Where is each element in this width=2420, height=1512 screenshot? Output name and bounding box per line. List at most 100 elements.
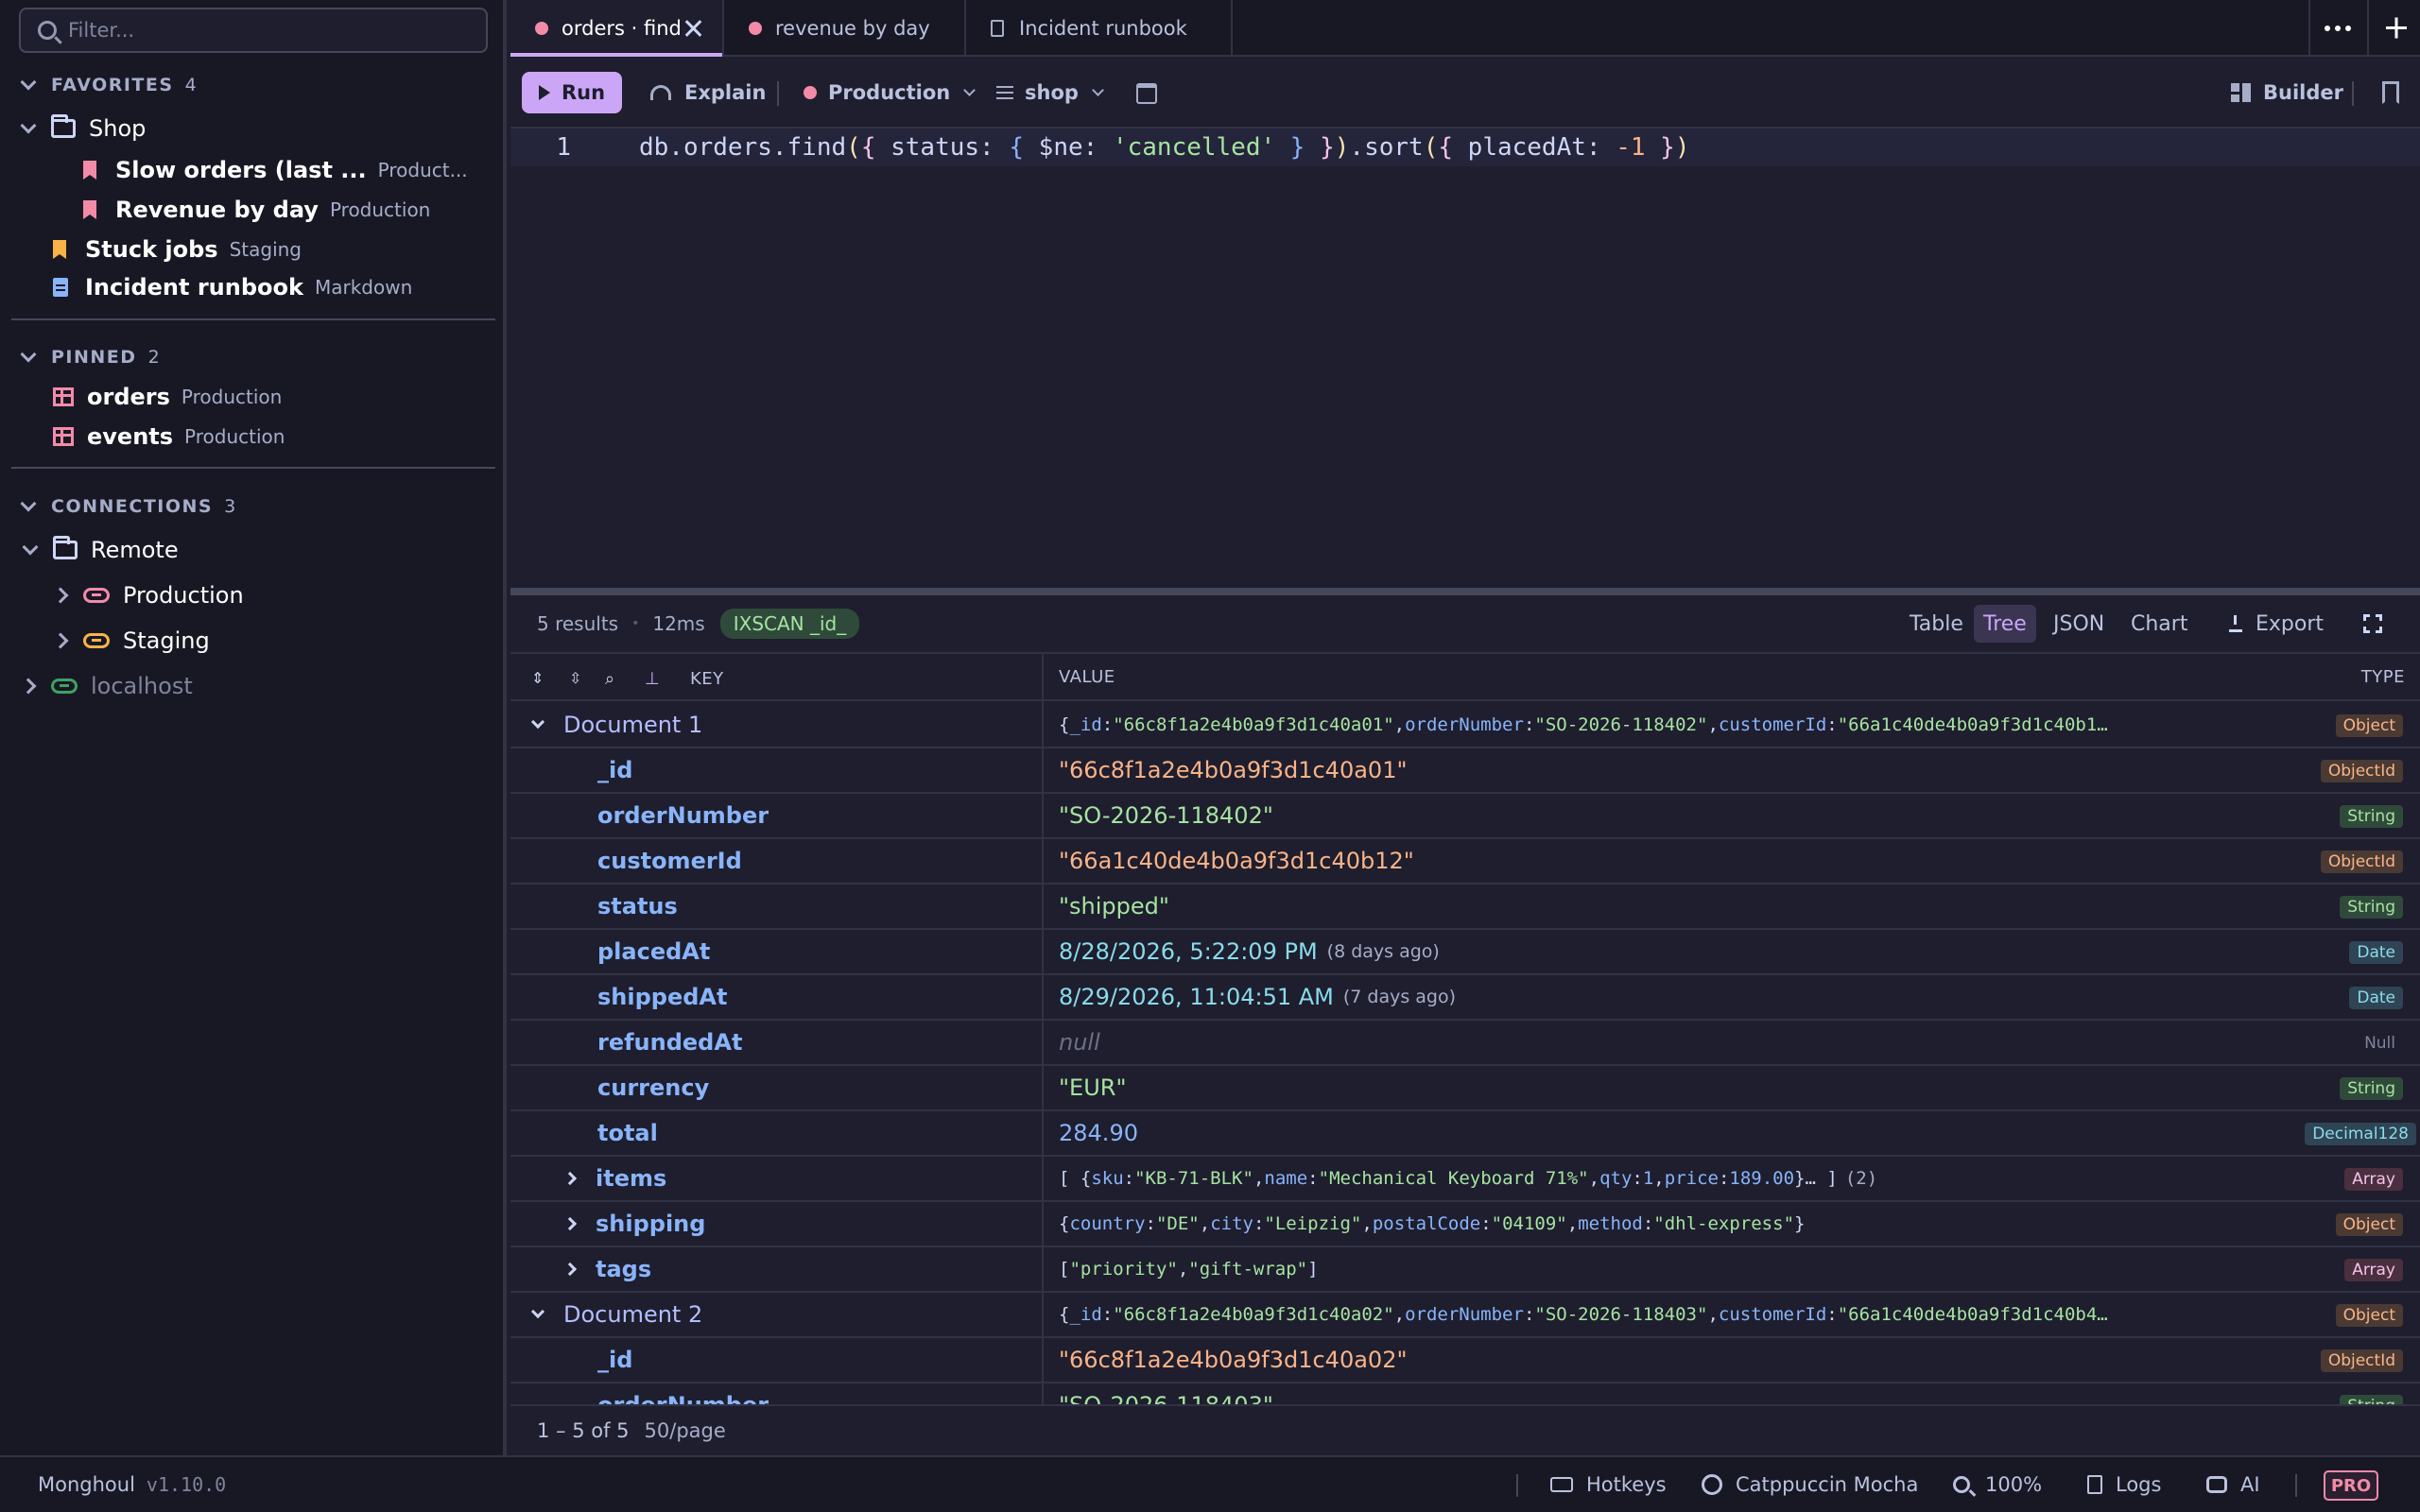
preview-key: city bbox=[1210, 1213, 1253, 1234]
ai-button[interactable]: AI bbox=[2206, 1457, 2260, 1512]
favorites-folder-shop[interactable]: Shop bbox=[19, 110, 146, 147]
connection-dot bbox=[804, 86, 817, 99]
connection-selector[interactable]: Production bbox=[804, 72, 977, 113]
field-value: "shipped" bbox=[1059, 893, 1169, 919]
calendar-icon[interactable] bbox=[1136, 83, 1157, 104]
field-value: "SO-2026-118402" bbox=[1059, 802, 1273, 829]
table-icon bbox=[53, 427, 74, 446]
field-row[interactable]: placedAt 8/28/2026, 5:22:09 PM (8 days ag… bbox=[510, 930, 2420, 975]
tab-revenue-by-day[interactable]: revenue by day bbox=[724, 0, 966, 57]
database-selector[interactable]: shop bbox=[996, 72, 1104, 113]
view-tab-chart[interactable]: Chart bbox=[2121, 605, 2197, 643]
favorite-item-stuck-jobs[interactable]: Stuck jobs Staging bbox=[53, 231, 302, 268]
editor-results-splitter[interactable] bbox=[510, 588, 2420, 595]
hotkeys-button[interactable]: Hotkeys bbox=[1550, 1457, 1667, 1512]
summary-key: customerId bbox=[1718, 1304, 1827, 1325]
document-row[interactable]: Document 2 { _id : "66c8f1a2e4b0a9f3d1c4… bbox=[510, 1293, 2420, 1338]
type-badge: Date bbox=[2349, 941, 2403, 964]
document-row[interactable]: Document 1 { _id : "66c8f1a2e4b0a9f3d1c4… bbox=[510, 703, 2420, 748]
field-row[interactable]: shippedAt 8/29/2026, 11:04:51 AM (7 days … bbox=[510, 975, 2420, 1021]
more-options-button[interactable] bbox=[2308, 0, 2365, 57]
field-row[interactable]: status "shipped" String bbox=[510, 885, 2420, 930]
preview-value: "dhl-express" bbox=[1653, 1213, 1795, 1234]
chevron-right-icon bbox=[52, 632, 69, 649]
query-editor[interactable]: 1 db.orders.find({ status: { $ne: 'cance… bbox=[510, 129, 2420, 586]
favorite-item-slow-orders[interactable]: Slow orders (last ... Product... bbox=[83, 151, 468, 189]
chevron-down-icon[interactable] bbox=[530, 714, 545, 730]
chevron-right-icon[interactable] bbox=[562, 1171, 578, 1186]
zoom-button[interactable]: 100% bbox=[1953, 1457, 2042, 1512]
connection-item-staging[interactable]: Staging bbox=[52, 622, 210, 660]
view-tab-table[interactable]: Table bbox=[1900, 605, 1973, 643]
pinned-count: 2 bbox=[147, 347, 160, 368]
close-icon[interactable] bbox=[684, 20, 701, 37]
field-value: 8/28/2026, 5:22:09 PM (8 days ago) bbox=[1059, 930, 1440, 973]
code-token: { bbox=[1009, 133, 1025, 162]
robot-icon bbox=[2206, 1476, 2227, 1493]
table-icon bbox=[53, 387, 74, 406]
pro-badge[interactable]: PRO bbox=[2324, 1470, 2378, 1501]
type-badge: Null bbox=[2364, 1034, 2395, 1053]
field-row[interactable]: currency "EUR" String bbox=[510, 1066, 2420, 1111]
favorite-item-incident-runbook[interactable]: Incident runbook Markdown bbox=[53, 268, 412, 306]
theme-button[interactable]: Catppuccin Mocha bbox=[1702, 1457, 1918, 1512]
connection-folder-remote[interactable]: Remote bbox=[21, 531, 179, 569]
field-row[interactable]: orderNumber "SO-2026-118402" String bbox=[510, 794, 2420, 839]
collapse-all-icon[interactable]: ⇳ bbox=[569, 669, 584, 687]
download-icon bbox=[2229, 615, 2242, 632]
export-button[interactable]: Export bbox=[2220, 605, 2333, 643]
page-size-selector[interactable]: 50/page bbox=[645, 1419, 726, 1442]
pinned-label: PINNED bbox=[51, 347, 137, 368]
field-row[interactable]: refundedAt null Null bbox=[510, 1021, 2420, 1066]
fullscreen-icon[interactable] bbox=[2362, 613, 2383, 634]
builder-button[interactable]: Builder bbox=[2231, 72, 2343, 113]
pin-icon[interactable]: ⊥ bbox=[645, 669, 660, 689]
summary-key: _id bbox=[1069, 1304, 1102, 1325]
code-token: : bbox=[1082, 133, 1113, 162]
query-plan-badge[interactable]: IXSCAN _id_ bbox=[719, 609, 860, 639]
code-line[interactable]: 1 db.orders.find({ status: { $ne: 'cance… bbox=[510, 129, 2420, 166]
view-tab-json[interactable]: JSON bbox=[2044, 605, 2114, 643]
explain-button[interactable]: Explain bbox=[650, 72, 766, 113]
connections-section-header[interactable]: CONNECTIONS 3 bbox=[0, 488, 507, 525]
filter-input[interactable]: Filter... bbox=[19, 8, 488, 53]
new-tab-button[interactable] bbox=[2367, 0, 2420, 57]
pinned-name: events bbox=[87, 423, 174, 450]
pinned-item-orders[interactable]: orders Production bbox=[53, 378, 282, 416]
connection-item-localhost[interactable]: localhost bbox=[20, 667, 193, 705]
search-icon[interactable]: ⌕ bbox=[605, 669, 620, 689]
dot-icon bbox=[2325, 26, 2330, 31]
field-row[interactable]: _id "66c8f1a2e4b0a9f3d1c40a01" ObjectId bbox=[510, 748, 2420, 794]
field-row[interactable]: shipping { country : "DE", city : "Leipz… bbox=[510, 1202, 2420, 1247]
field-row[interactable]: orderNumber "SO-2026-118403" String bbox=[510, 1383, 2420, 1404]
field-row[interactable]: items [ { sku : "KB-71-BLK", name : "Mec… bbox=[510, 1157, 2420, 1202]
summary-key: customerId bbox=[1718, 714, 1827, 735]
chevron-right-icon[interactable] bbox=[562, 1262, 578, 1277]
favorites-section-header[interactable]: FAVORITES 4 bbox=[0, 66, 507, 104]
logs-button[interactable]: Logs bbox=[2087, 1457, 2161, 1512]
code-text: db.orders.find({ status: { $ne: 'cancell… bbox=[639, 133, 1689, 162]
sidebar: Filter... FAVORITES 4 Shop Slow orders (… bbox=[0, 0, 507, 1455]
run-button[interactable]: Run bbox=[522, 72, 622, 113]
result-count: 5 results bbox=[537, 612, 619, 635]
tab-incident-runbook[interactable]: Incident runbook bbox=[966, 0, 1233, 57]
field-key-label: items bbox=[596, 1165, 667, 1192]
connection-item-production[interactable]: Production bbox=[52, 576, 244, 614]
tab-orders-find[interactable]: orders · find bbox=[510, 0, 724, 57]
field-row[interactable]: total 284.90 Decimal128 bbox=[510, 1111, 2420, 1157]
field-row[interactable]: customerId "66a1c40de4b0a9f3d1c40b12" Ob… bbox=[510, 839, 2420, 885]
view-tab-tree[interactable]: Tree bbox=[1974, 605, 2036, 643]
code-token: -1 bbox=[1616, 133, 1646, 162]
field-row[interactable]: _id "66c8f1a2e4b0a9f3d1c40a02" ObjectId bbox=[510, 1338, 2420, 1383]
bookmark-icon[interactable] bbox=[2382, 81, 2399, 104]
type-badge: String bbox=[2340, 805, 2403, 828]
chevron-down-icon[interactable] bbox=[530, 1304, 545, 1319]
expand-all-icon[interactable]: ⇕ bbox=[531, 669, 546, 687]
pinned-name: orders bbox=[87, 384, 170, 410]
pinned-section-header[interactable]: PINNED 2 bbox=[0, 338, 507, 376]
pinned-item-events[interactable]: events Production bbox=[53, 418, 285, 455]
favorite-item-revenue-by-day[interactable]: Revenue by day Production bbox=[83, 191, 430, 229]
field-row[interactable]: tags [ "priority", "gift-wrap" ] Array bbox=[510, 1247, 2420, 1293]
chevron-right-icon[interactable] bbox=[562, 1216, 578, 1231]
type-badge: String bbox=[2340, 1077, 2403, 1100]
